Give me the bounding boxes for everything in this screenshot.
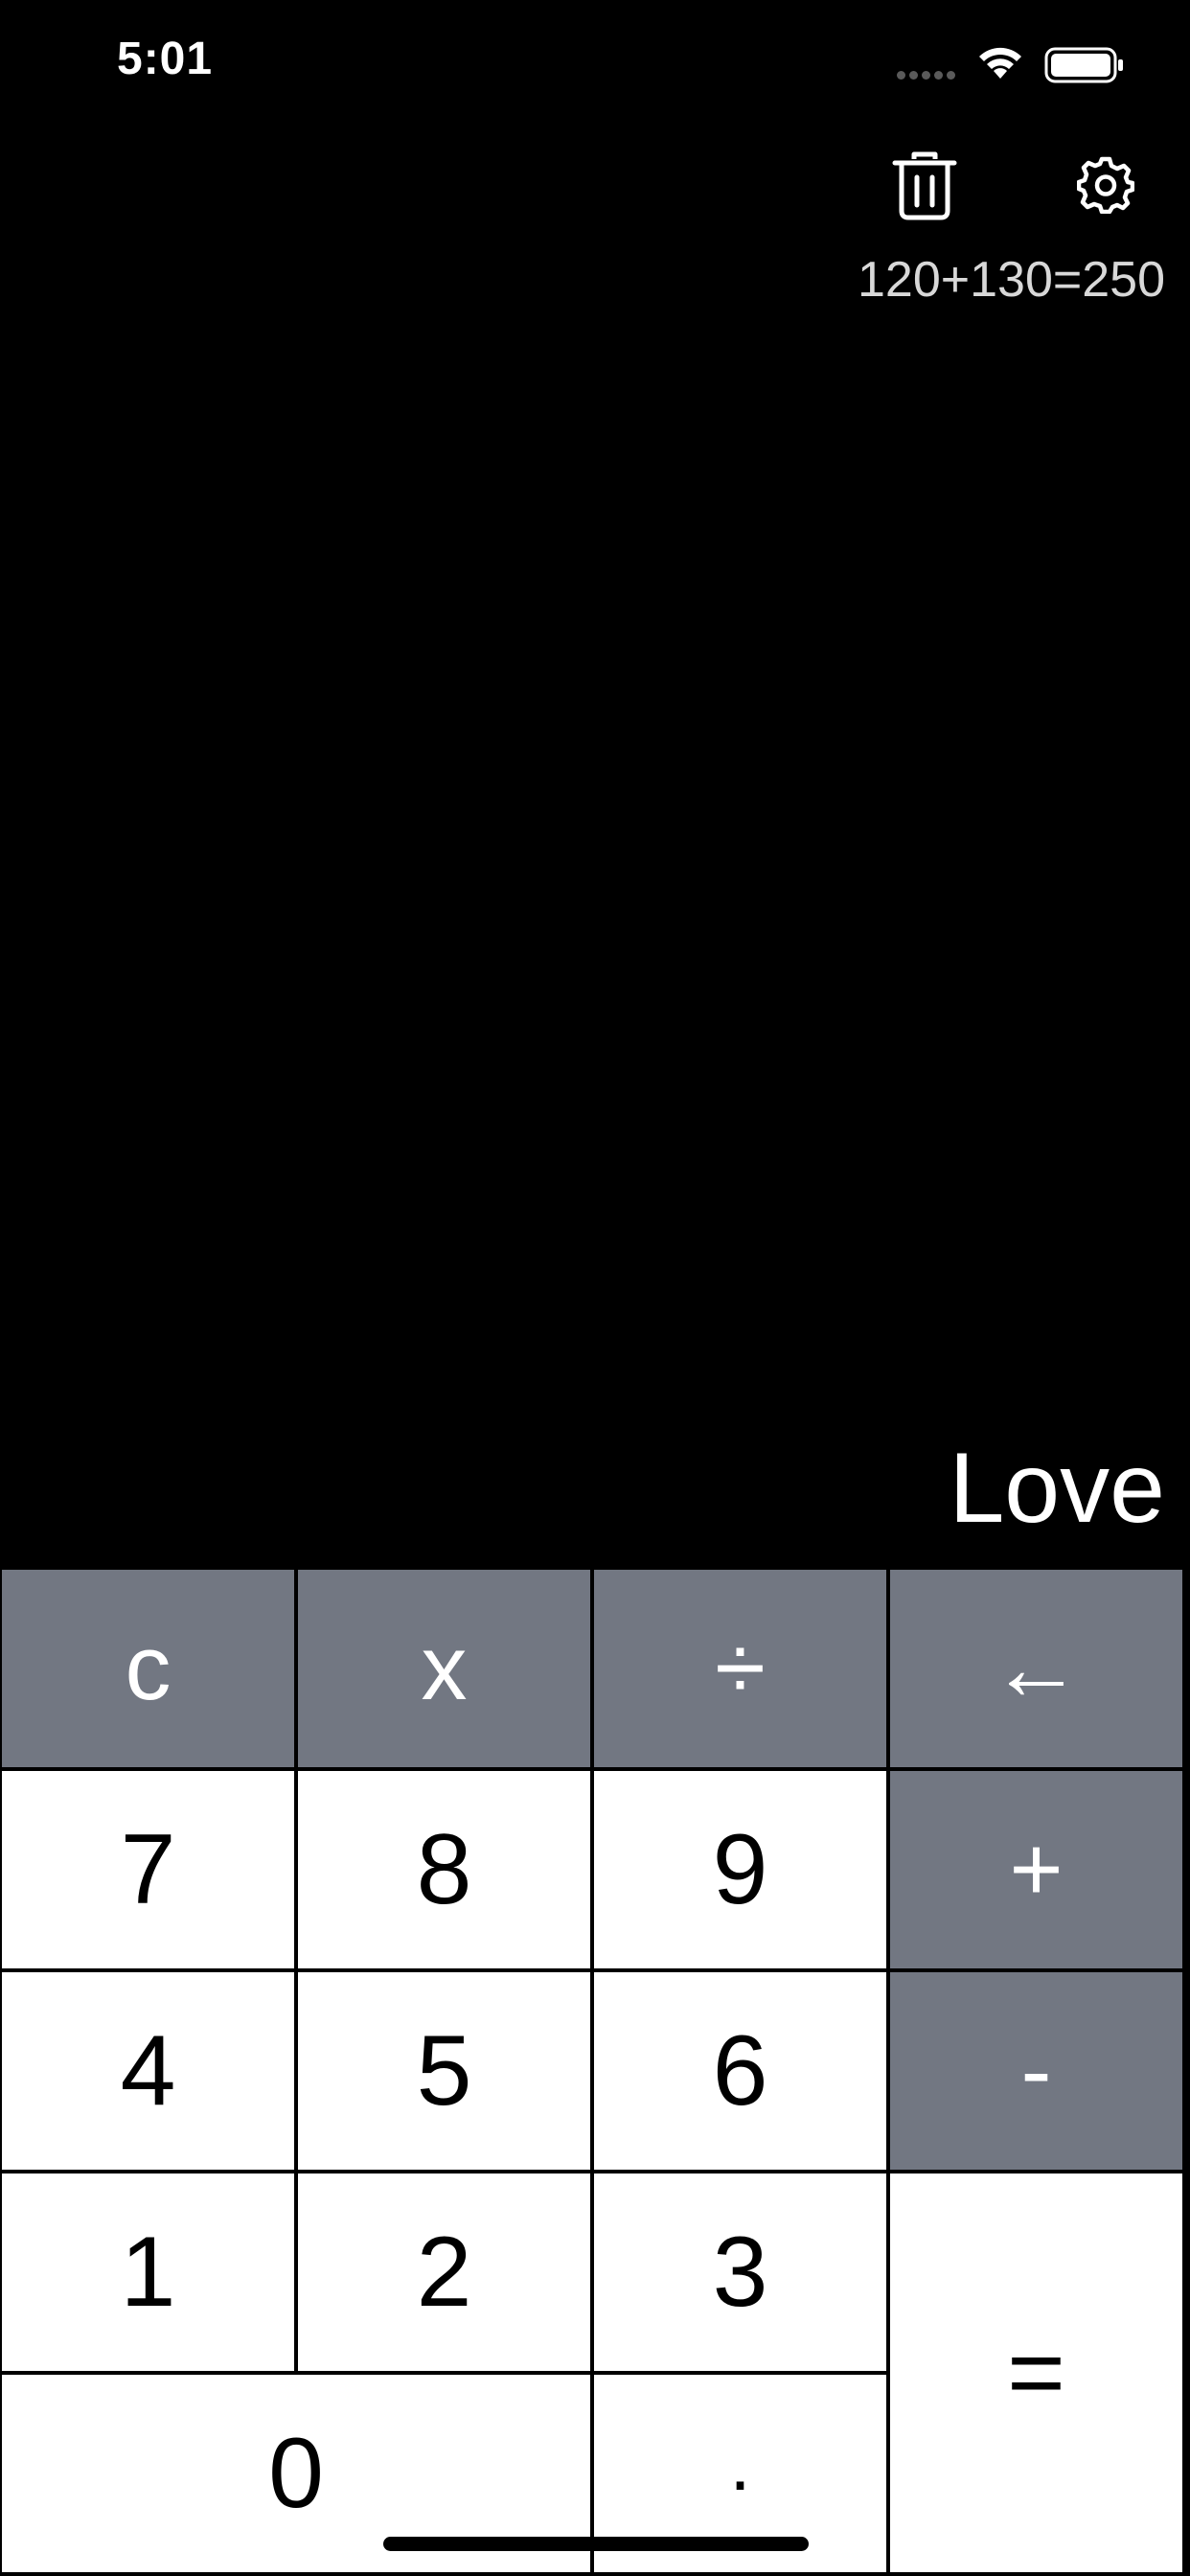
backspace-icon: ←	[990, 1617, 1083, 1719]
clear-button[interactable]: c	[0, 1568, 296, 1769]
wifi-icon	[979, 47, 1021, 79]
digit-9-button[interactable]: 9	[592, 1769, 888, 1970]
subtract-button[interactable]: -	[888, 1970, 1184, 2172]
divide-button-label: ÷	[715, 1617, 766, 1719]
status-indicators	[897, 44, 1175, 86]
status-time: 5:01	[117, 34, 214, 84]
digit-9-label: 9	[712, 1814, 768, 1925]
digit-6-button[interactable]: 6	[592, 1970, 888, 2172]
history-entry: 120+130=250	[857, 252, 1165, 308]
digit-2-button[interactable]: 2	[296, 2172, 592, 2373]
digit-3-label: 3	[712, 2217, 768, 2328]
digit-1-label: 1	[120, 2217, 176, 2328]
multiply-button-label: x	[421, 1617, 468, 1719]
calculator-display: Love	[949, 1433, 1165, 1544]
subtract-button-label: -	[1020, 2019, 1052, 2122]
digit-4-button[interactable]: 4	[0, 1970, 296, 2172]
backspace-button[interactable]: ←	[888, 1568, 1184, 1769]
divide-button[interactable]: ÷	[592, 1568, 888, 1769]
digit-0-label: 0	[268, 2418, 324, 2529]
trash-icon[interactable]	[891, 151, 958, 220]
home-indicator[interactable]	[383, 2537, 809, 2551]
battery-icon	[1044, 47, 1123, 83]
equals-button-label: =	[1007, 2317, 1065, 2428]
gear-icon[interactable]	[1077, 156, 1134, 214]
keypad: c x ÷ ← 7 8 9 + 4 5 6 - 1 2 3 = 0 .	[0, 1568, 1184, 2576]
digit-1-button[interactable]: 1	[0, 2172, 296, 2373]
clear-button-label: c	[125, 1617, 172, 1719]
digit-5-button[interactable]: 5	[296, 1970, 592, 2172]
digit-2-label: 2	[416, 2217, 472, 2328]
digit-7-label: 7	[120, 1814, 176, 1925]
digit-8-label: 8	[416, 1814, 472, 1925]
digit-5-label: 5	[416, 2015, 472, 2127]
digit-4-label: 4	[120, 2015, 176, 2127]
digit-7-button[interactable]: 7	[0, 1769, 296, 1970]
multiply-button[interactable]: x	[296, 1568, 592, 1769]
digit-6-label: 6	[712, 2015, 768, 2127]
add-button-label: +	[1009, 1818, 1064, 1920]
equals-button[interactable]: =	[888, 2172, 1184, 2574]
digit-3-button[interactable]: 3	[592, 2172, 888, 2373]
add-button[interactable]: +	[888, 1769, 1184, 1970]
decimal-button-label: .	[729, 2421, 751, 2506]
digit-8-button[interactable]: 8	[296, 1769, 592, 1970]
cellular-signal-icon	[897, 71, 955, 80]
